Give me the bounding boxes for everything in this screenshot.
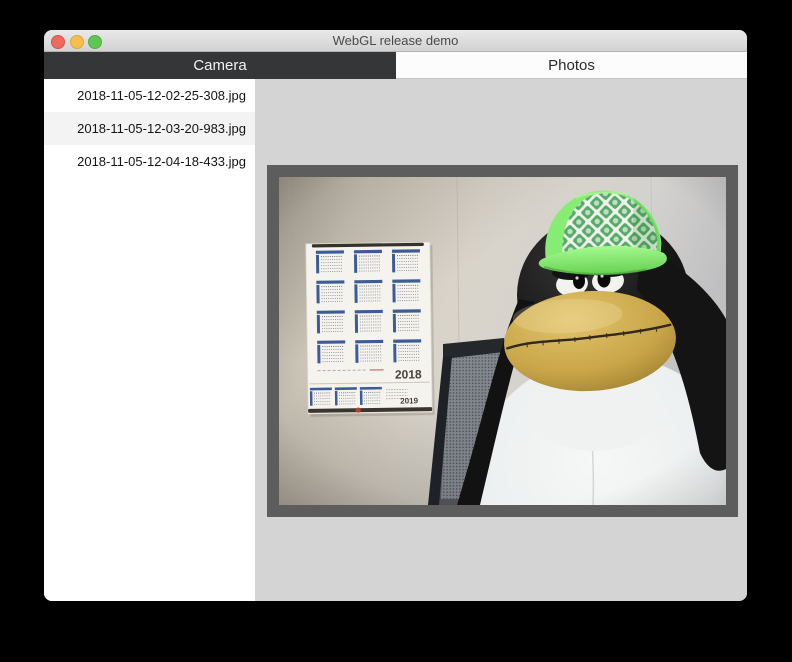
minimize-button[interactable] [70,35,84,49]
zoom-button[interactable] [88,35,102,49]
tab-photos-label: Photos [548,57,595,74]
titlebar[interactable]: WebGL release demo [44,30,747,52]
tab-photos[interactable]: Photos [396,52,747,79]
list-item[interactable]: 2018-11-05-12-02-25-308.jpg [44,79,255,112]
close-button[interactable] [51,35,65,49]
list-item[interactable]: 2018-11-05-12-04-18-433.jpg [44,145,255,178]
photo-vignette [279,177,726,505]
photo-frame: 2018 2019 [267,165,738,517]
tab-bar: Camera Photos [44,52,747,79]
list-item-selected[interactable]: 2018-11-05-12-03-20-983.jpg [44,112,255,145]
photo-file-list: 2018-11-05-12-02-25-308.jpg 2018-11-05-1… [44,79,255,601]
tab-camera[interactable]: Camera [44,52,396,79]
content-area: 2018-11-05-12-02-25-308.jpg 2018-11-05-1… [44,79,747,601]
tab-camera-label: Camera [193,57,246,74]
app-window: WebGL release demo Camera Photos 2018-11… [44,30,747,601]
window-controls [51,35,107,49]
window-title: WebGL release demo [333,33,459,48]
tux-photo: 2018 2019 [279,177,726,505]
